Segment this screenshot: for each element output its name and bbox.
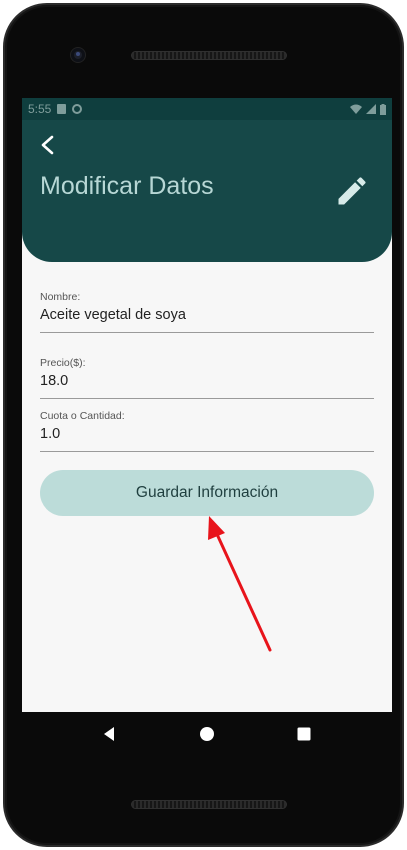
phone-frame: 5:55 Modificar Datos Nombre: Aceite vege…	[3, 3, 404, 847]
chevron-left-icon[interactable]	[38, 134, 60, 156]
precio-field[interactable]: Precio($): 18.0	[40, 357, 374, 399]
nombre-label: Nombre:	[40, 291, 81, 303]
nombre-value[interactable]: Aceite vegetal de soya	[40, 307, 374, 323]
recents-square-icon[interactable]	[294, 724, 314, 744]
status-bar: 5:55	[22, 98, 392, 120]
earpiece-speaker	[131, 51, 287, 60]
nombre-field[interactable]: Nombre: Aceite vegetal de soya	[40, 291, 374, 333]
cantidad-value[interactable]: 1.0	[40, 426, 374, 442]
cantidad-label: Cuota o Cantidad:	[40, 410, 125, 422]
cantidad-field[interactable]: Cuota o Cantidad: 1.0	[40, 410, 374, 452]
navigation-bar	[22, 712, 392, 756]
app-screen: 5:55 Modificar Datos Nombre: Aceite vege…	[22, 98, 392, 712]
wifi-icon	[350, 104, 362, 114]
battery-icon	[380, 103, 386, 115]
front-camera	[71, 48, 85, 62]
home-circle-icon[interactable]	[197, 724, 217, 744]
precio-label: Precio($):	[40, 357, 86, 369]
save-button[interactable]: Guardar Información	[40, 470, 374, 516]
pencil-icon[interactable]	[334, 173, 370, 209]
sync-icon	[72, 104, 83, 114]
status-time: 5:55	[28, 102, 52, 116]
sd-card-icon	[57, 104, 67, 114]
signal-icon	[366, 104, 376, 114]
bottom-speaker	[131, 800, 287, 809]
precio-value[interactable]: 18.0	[40, 373, 374, 389]
page-title: Modificar Datos	[40, 172, 214, 200]
back-triangle-icon[interactable]	[100, 724, 120, 744]
app-header: Modificar Datos	[22, 120, 392, 262]
